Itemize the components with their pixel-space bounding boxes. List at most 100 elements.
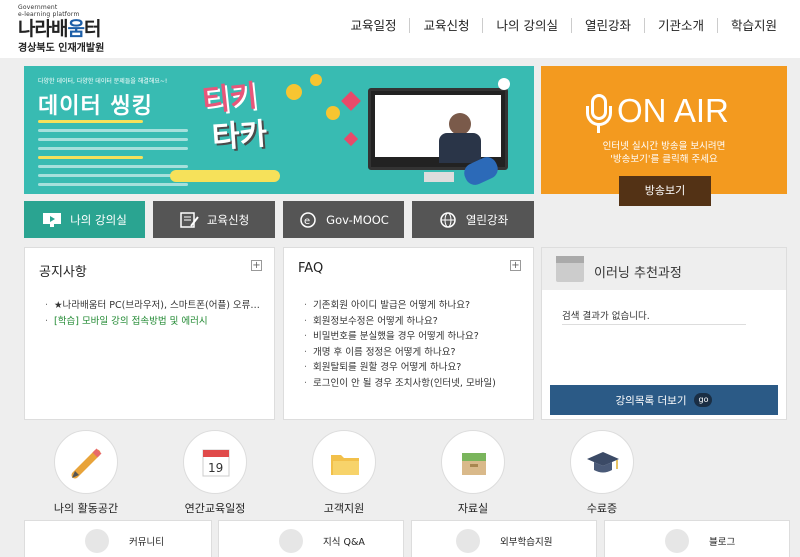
calendar-icon: 19 bbox=[202, 449, 230, 477]
logo-text: 나라배움터 bbox=[18, 18, 102, 40]
logo-subtitle-2: e-learning platform bbox=[18, 11, 80, 18]
onair-desc-line2: '방송보기'를 클릭해 주세요 bbox=[610, 154, 718, 165]
onair-title: ON AIR bbox=[617, 92, 729, 129]
chat-icon bbox=[85, 528, 109, 553]
annual-schedule-link[interactable]: 19 연간교육일정 bbox=[170, 430, 260, 516]
recommend-header: 이러닝 추천과정 bbox=[542, 248, 786, 290]
nav-item-support[interactable]: 학습지원 bbox=[716, 18, 790, 33]
blog-card[interactable]: 블로그 bbox=[604, 520, 790, 557]
monitor-icon bbox=[43, 212, 62, 227]
site-header: Government e-learning platform 나라배움터 경상북… bbox=[0, 0, 800, 58]
gov-mooc-label: Gov-MOOC bbox=[326, 212, 389, 227]
open-courses-button[interactable]: 열린강좌 bbox=[412, 201, 534, 238]
folder-icon bbox=[331, 455, 359, 475]
certificate-link[interactable]: 수료증 bbox=[557, 430, 647, 516]
nav-item-my-classroom[interactable]: 나의 강의실 bbox=[482, 18, 570, 33]
resources-label: 자료실 bbox=[457, 502, 489, 515]
faq-item[interactable]: · 개명 후 이름 정정은 어떻게 하나요? bbox=[304, 345, 523, 361]
faq-item[interactable]: · 로그인이 안 될 경우 조치사항(인터넷, 모바일) bbox=[304, 376, 523, 392]
gov-mooc-button[interactable]: e Gov-MOOC bbox=[283, 201, 404, 238]
org-name: 경상북도 인재개발원 bbox=[18, 43, 105, 54]
nav-item-open-courses[interactable]: 열린강좌 bbox=[570, 18, 644, 33]
watch-broadcast-button[interactable]: 방송보기 bbox=[619, 176, 711, 206]
faq-item[interactable]: · 기존회원 아이디 발급은 어떻게 하나요? bbox=[304, 298, 523, 314]
external-learning-label: 외부학습지원 bbox=[500, 536, 553, 548]
emoji-icon bbox=[310, 74, 322, 86]
book-icon bbox=[456, 528, 480, 553]
annual-schedule-label: 연간교육일정 bbox=[184, 502, 246, 515]
customer-support-label: 고객지원 bbox=[323, 502, 365, 515]
course-list-more-button[interactable]: 강의목록 더보기 go bbox=[550, 385, 778, 415]
faq-item[interactable]: · 회원탈퇴를 원할 경우 어떻게 하나요? bbox=[304, 360, 523, 376]
banner-subtitle: 다양한 데이터, 다양한 데이터 문제들을 해결해요~! bbox=[38, 78, 168, 85]
nav-item-apply[interactable]: 교육신청 bbox=[409, 18, 482, 33]
my-activity-link[interactable]: 나의 활동공간 bbox=[41, 430, 131, 516]
nav-item-about[interactable]: 기관소개 bbox=[643, 18, 717, 33]
notice-list: · ★나라배움터 PC(브라우저), 스마트폰(어플) 오류조치... · [학습]… bbox=[45, 298, 264, 329]
onair-desc-line1: 인터넷 실시간 방송을 보시려면 bbox=[602, 141, 726, 152]
pencil-note-icon bbox=[180, 211, 199, 228]
faq-panel: FAQ + · 기존회원 아이디 발급은 어떻게 하나요? · 회원정보수정은 어떻… bbox=[283, 247, 534, 420]
blog-icon bbox=[665, 528, 689, 553]
government-seal-icon bbox=[498, 78, 510, 90]
recommend-empty-message: 검색 결과가 없습니다. bbox=[562, 311, 650, 322]
emoji-icon bbox=[286, 84, 302, 100]
calendar-day: 19 bbox=[208, 461, 223, 475]
banner-title: 데이터 씽킹 bbox=[38, 94, 153, 119]
logo-text-a: 나라배 bbox=[18, 18, 68, 40]
faq-title: FAQ bbox=[298, 261, 324, 276]
resources-link[interactable]: 자료실 bbox=[428, 430, 518, 516]
logo-text-c: 터 bbox=[83, 18, 102, 40]
certificate-label: 수료증 bbox=[586, 502, 618, 515]
apply-course-button[interactable]: 교육신청 bbox=[153, 201, 275, 238]
customer-support-link[interactable]: 고객지원 bbox=[299, 430, 389, 516]
svg-text:e: e bbox=[304, 216, 310, 227]
notice-item[interactable]: · [학습] 모바일 강의 접속방법 및 에러시 bbox=[45, 314, 264, 330]
person-illustration bbox=[449, 113, 471, 135]
emoji-icon bbox=[326, 106, 340, 120]
notice-title: 공지사항 bbox=[39, 265, 87, 280]
e-globe-icon: e bbox=[300, 211, 316, 228]
heart-icon bbox=[341, 91, 361, 111]
recommend-title: 이러닝 추천과정 bbox=[594, 266, 682, 281]
faq-item[interactable]: · 회원정보수정은 어떻게 하나요? bbox=[304, 314, 523, 330]
notice-item[interactable]: · ★나라배움터 PC(브라우저), 스마트폰(어플) 오류조치... bbox=[45, 298, 264, 314]
course-list-more-label: 강의목록 더보기 bbox=[615, 394, 687, 407]
faq-more-icon[interactable]: + bbox=[510, 260, 521, 271]
blog-label: 블로그 bbox=[709, 536, 736, 548]
community-card[interactable]: 커뮤니티 bbox=[24, 520, 212, 557]
logo-subtitle-1: Government bbox=[18, 4, 58, 11]
external-learning-card[interactable]: 외부학습지원 bbox=[411, 520, 597, 557]
logo[interactable]: Government e-learning platform 나라배움터 bbox=[18, 4, 102, 40]
globe-icon bbox=[440, 211, 456, 228]
knowledge-qa-card[interactable]: 지식 Q&A bbox=[218, 520, 404, 557]
divider bbox=[562, 324, 746, 325]
banner-bottom-pill bbox=[170, 170, 280, 182]
promo-banner[interactable]: 다양한 데이터, 다양한 데이터 문제들을 해결해요~! 데이터 씽킹 티키 타… bbox=[24, 66, 534, 194]
logo-text-b: 움 bbox=[67, 18, 85, 40]
my-activity-label: 나의 활동공간 bbox=[53, 502, 119, 515]
recommend-panel: 이러닝 추천과정 검색 결과가 없습니다. 강의목록 더보기 go bbox=[541, 247, 787, 420]
banner-text-lines bbox=[38, 120, 188, 192]
pencil-icon bbox=[71, 448, 102, 479]
nav-item-schedule[interactable]: 교육일정 bbox=[337, 18, 409, 33]
my-classroom-label: 나의 강의실 bbox=[70, 212, 127, 227]
main-nav: 교육일정 교육신청 나의 강의실 열린강좌 기관소개 학습지원 bbox=[337, 18, 790, 33]
qa-icon bbox=[279, 528, 303, 553]
box-icon bbox=[462, 453, 486, 475]
my-classroom-button[interactable]: 나의 강의실 bbox=[24, 201, 145, 238]
notice-panel: 공지사항 + · ★나라배움터 PC(브라우저), 스마트폰(어플) 오류조치..… bbox=[24, 247, 275, 420]
faq-list: · 기존회원 아이디 발급은 어떻게 하나요? · 회원정보수정은 어떻게 하나요?… bbox=[304, 298, 523, 391]
faq-item[interactable]: · 비밀번호를 분실했을 경우 어떻게 하나요? bbox=[304, 329, 523, 345]
banner-tikitaka: 티키 타카 bbox=[200, 79, 284, 184]
onair-description: 인터넷 실시간 방송을 보시려면 '방송보기'를 클릭해 주세요 bbox=[541, 140, 787, 166]
community-label: 커뮤니티 bbox=[129, 536, 164, 548]
go-badge: go bbox=[694, 393, 713, 407]
knowledge-qa-label: 지식 Q&A bbox=[323, 536, 365, 548]
heart-icon bbox=[343, 131, 359, 147]
open-courses-label: 열린강좌 bbox=[465, 212, 509, 227]
onair-panel: ON AIR 인터넷 실시간 방송을 보시려면 '방송보기'를 클릭해 주세요 … bbox=[541, 66, 787, 206]
calendar-icon bbox=[556, 256, 584, 282]
notice-more-icon[interactable]: + bbox=[251, 260, 262, 271]
graduation-cap-icon bbox=[587, 452, 619, 473]
